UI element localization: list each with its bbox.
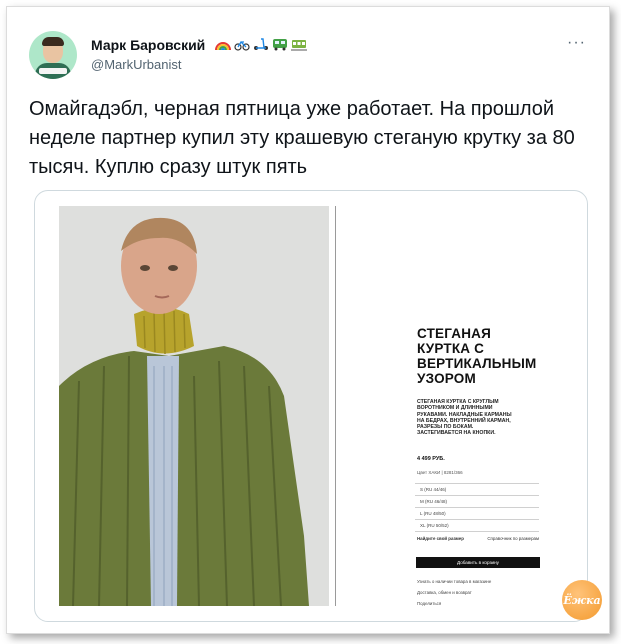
share-link[interactable]: Поделиться xyxy=(417,601,441,606)
name-emojis xyxy=(215,35,307,53)
find-size-link[interactable]: Найдите свой размер xyxy=(417,536,464,541)
product-article: Цвет ХАКИ | 8281/366 xyxy=(417,470,463,475)
tweet-media[interactable]: СТЕГАНАЯ КУРТКА С ВЕРТИКАЛЬНЫМ УЗОРОМ СТ… xyxy=(34,190,588,622)
avatar-hair xyxy=(42,37,64,46)
avatar[interactable] xyxy=(29,31,77,79)
size-option[interactable]: L (RU 48/50) xyxy=(415,508,539,520)
delivery-link[interactable]: Доставка, обмен и возврат xyxy=(417,590,472,595)
display-name[interactable]: Марк Баровский xyxy=(91,37,205,53)
bicycle-icon xyxy=(234,40,250,51)
model-illustration xyxy=(59,206,329,606)
size-guide-row: Найдите свой размер Справочник по размер… xyxy=(417,536,539,541)
avatar-badge xyxy=(39,68,67,74)
product-description: СТЕГАНАЯ КУРТКА С КРУГЛЫМ ВОРОТНИКОМ И Д… xyxy=(417,399,512,437)
store-availability-link[interactable]: Узнать о наличии товара в магазине xyxy=(417,579,491,584)
size-list: S (RU 44/46) M (RU 46/48) L (RU 48/50) X… xyxy=(415,483,539,532)
size-option[interactable]: M (RU 46/48) xyxy=(415,496,539,508)
tweet-card: Марк Баровский @MarkUrbanist ··· Омайгад… xyxy=(6,6,610,634)
divider xyxy=(335,206,336,606)
tweet-text: Омайгадэбл, черная пятница уже работает.… xyxy=(29,98,575,178)
user-handle[interactable]: @MarkUrbanist xyxy=(91,57,182,72)
scooter-icon xyxy=(254,38,268,50)
product-title: СТЕГАНАЯ КУРТКА С ВЕРТИКАЛЬНЫМ УЗОРОМ xyxy=(417,326,537,386)
more-options-icon[interactable]: ··· xyxy=(567,34,586,52)
tram-icon xyxy=(291,40,307,51)
watermark-logo: Ёжка xyxy=(562,580,602,620)
bus-icon xyxy=(273,39,287,51)
add-to-cart-button[interactable]: Добавить в корзину xyxy=(416,557,540,568)
size-guide-link[interactable]: Справочник по размерам xyxy=(487,536,539,541)
product-price: 4 499 РУБ. xyxy=(417,456,445,462)
size-option[interactable]: XL (RU 50/52) xyxy=(415,520,539,532)
size-option[interactable]: S (RU 44/46) xyxy=(415,484,539,496)
rainbow-icon xyxy=(215,42,231,51)
product-photo xyxy=(59,206,329,606)
